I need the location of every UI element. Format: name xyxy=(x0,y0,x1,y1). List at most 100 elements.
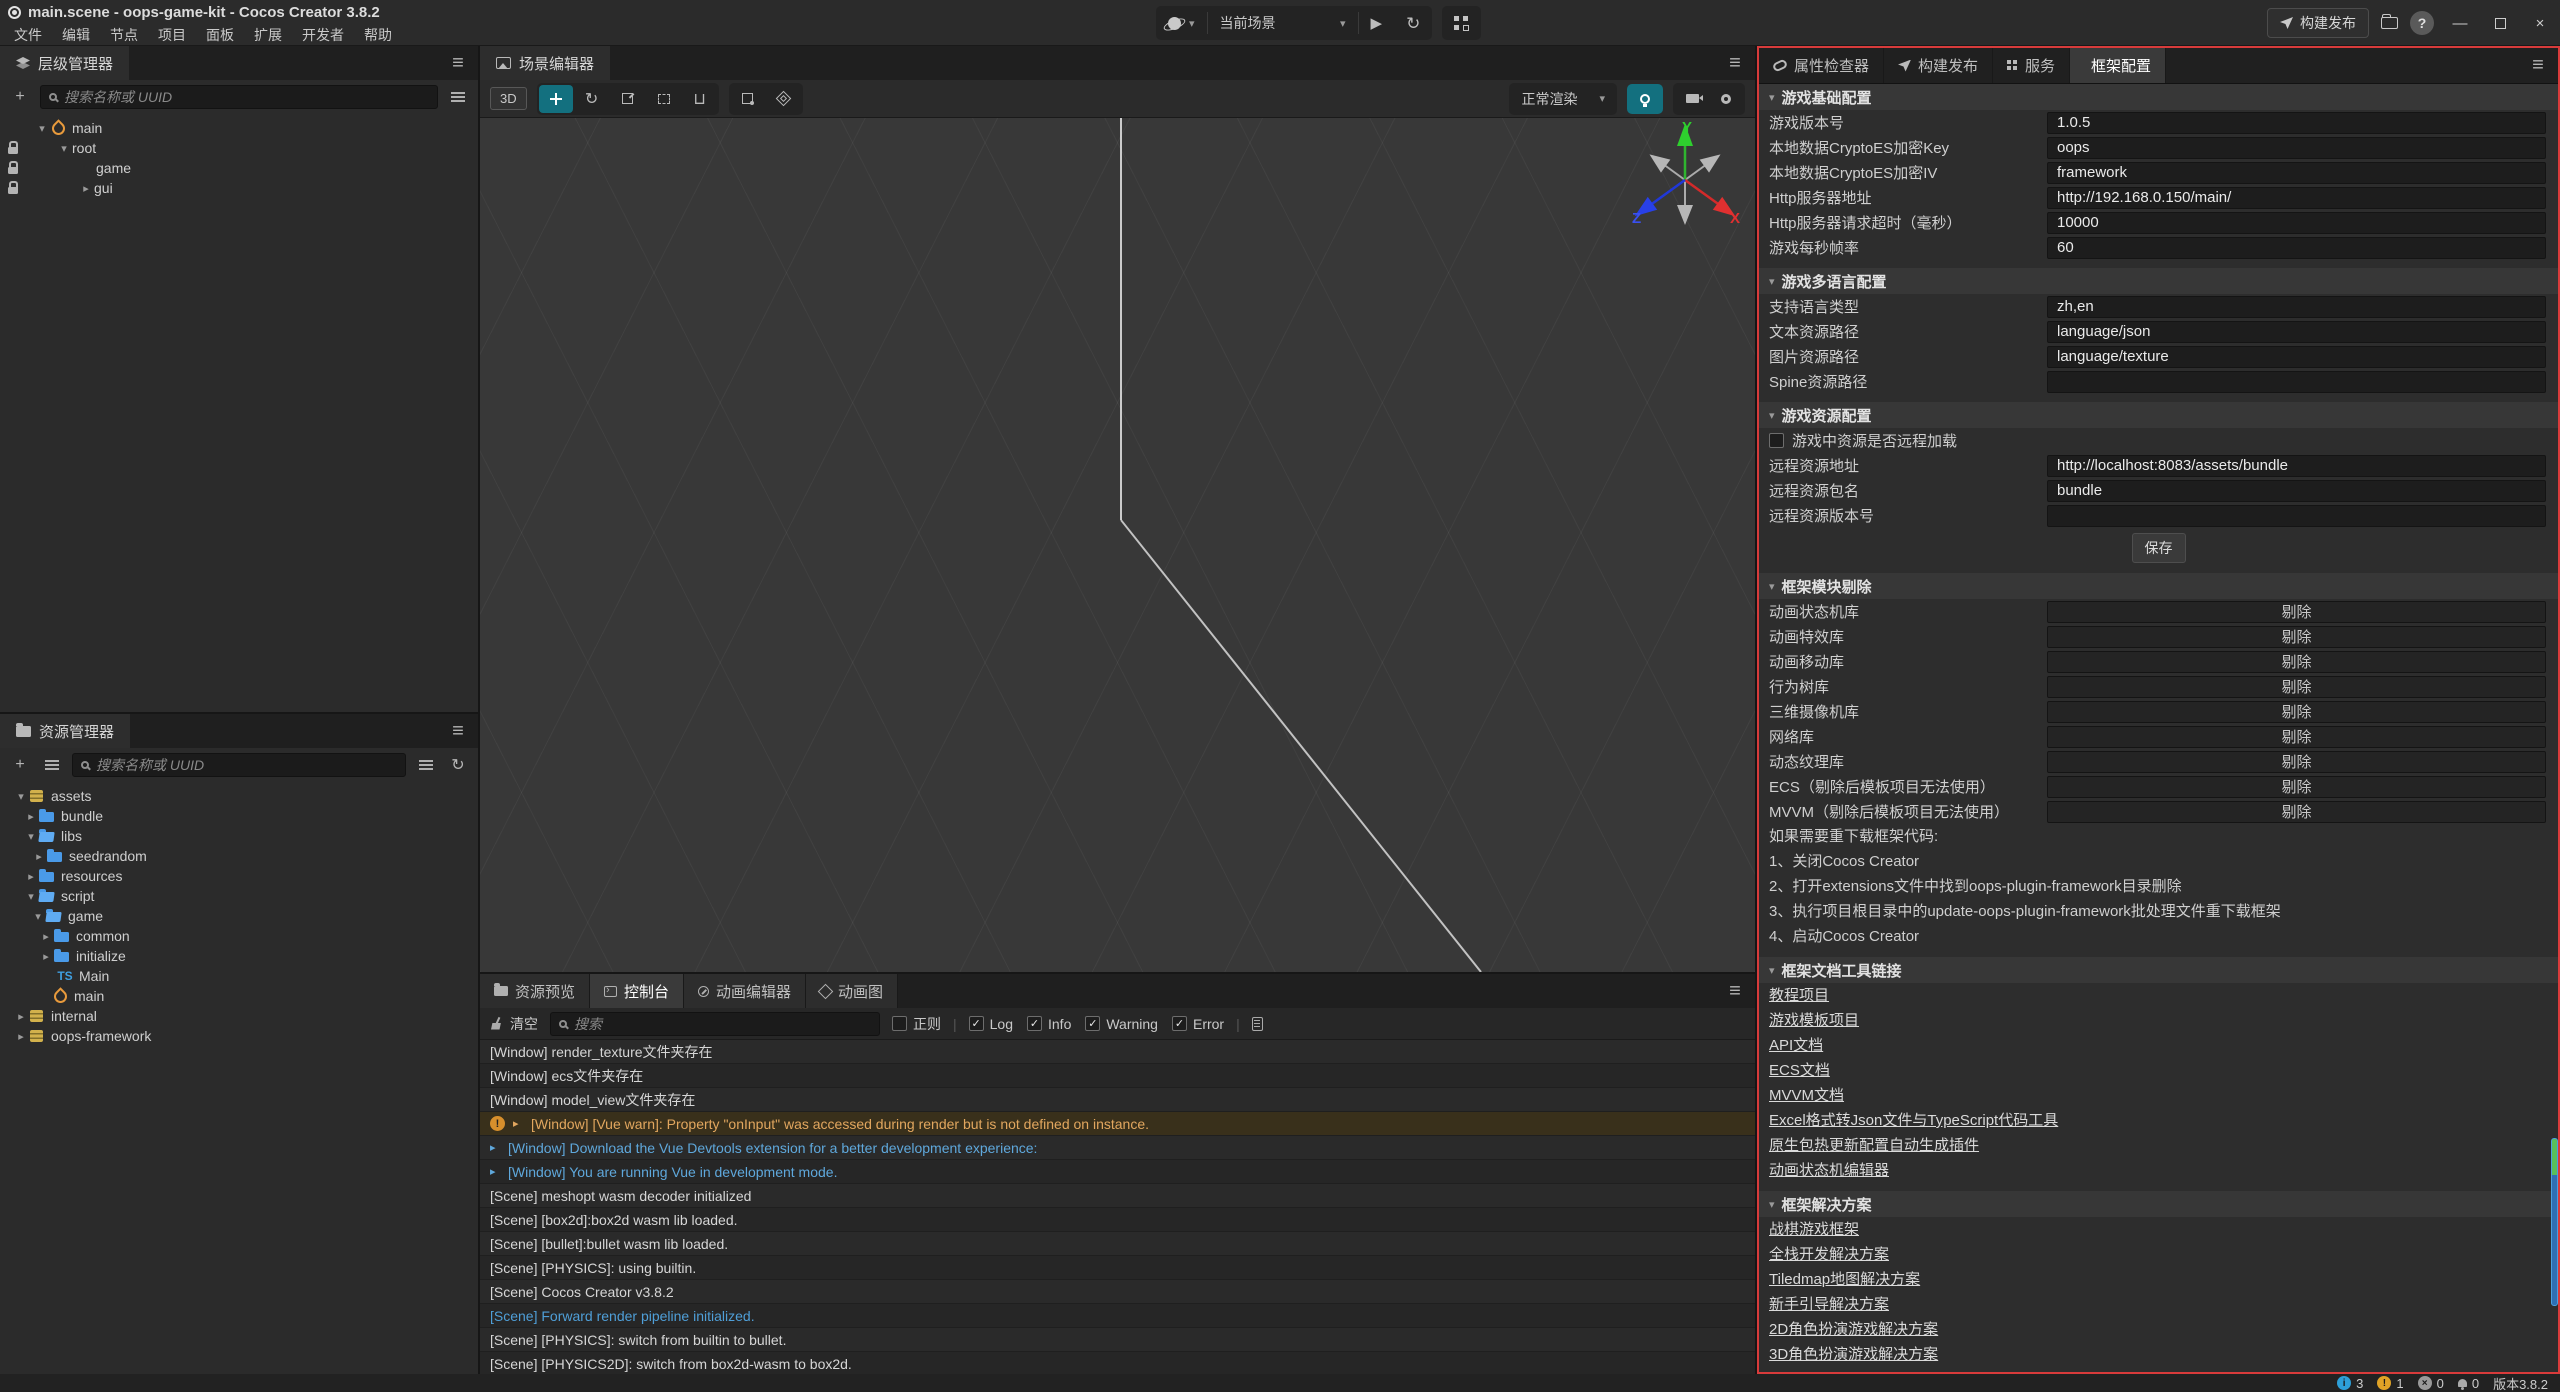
tree-node[interactable]: ▸ bundle xyxy=(0,806,478,826)
rotate-tool[interactable]: ↻ xyxy=(575,85,609,113)
expand-chevron[interactable]: ▸ xyxy=(38,930,54,943)
orientation-gizmo[interactable]: Y X Z xyxy=(1630,120,1740,230)
console-tab[interactable]: 动画图 xyxy=(806,974,898,1008)
log-row[interactable]: ! [Scene] [PHYSICS2D]: switch from box2d… xyxy=(480,1352,1755,1374)
tree-node[interactable]: ▸ initialize xyxy=(0,946,478,966)
tree-node[interactable]: ▾ assets xyxy=(0,786,478,806)
open-project-folder-icon[interactable] xyxy=(2381,17,2398,29)
menu-item[interactable]: 编辑 xyxy=(52,24,100,46)
doc-link[interactable]: 游戏模板项目 xyxy=(1769,1008,1859,1033)
status-info[interactable]: i 3 xyxy=(2337,1376,2363,1391)
scene-settings-button[interactable] xyxy=(1709,85,1743,113)
menu-item[interactable]: 节点 xyxy=(100,24,148,46)
scene-light-toggle[interactable] xyxy=(1627,84,1663,114)
config-value-field[interactable] xyxy=(2047,371,2546,393)
doc-link[interactable]: 教程项目 xyxy=(1769,983,1829,1008)
solution-link[interactable]: 3D角色扮演游戏解决方案 xyxy=(1769,1342,1938,1367)
log-row[interactable]: ! [Scene] Cocos Creator v3.8.2 xyxy=(480,1280,1755,1304)
tree-node[interactable]: ▾ game xyxy=(0,906,478,926)
log-row[interactable]: ! [Scene] [bullet]:bullet wasm lib loade… xyxy=(480,1232,1755,1256)
log-row[interactable]: ! [Scene] [PHYSICS]: using builtin. xyxy=(480,1256,1755,1280)
config-value-field[interactable]: zh,en xyxy=(2047,296,2546,318)
reload-button[interactable]: ↻ xyxy=(1394,6,1432,40)
log-row[interactable]: ! [Scene] [box2d]:box2d wasm lib loaded. xyxy=(480,1208,1755,1232)
config-value-field[interactable] xyxy=(2047,505,2546,527)
console-tab[interactable]: 动画编辑器 xyxy=(684,974,806,1008)
hierarchy-filter-icon[interactable] xyxy=(446,85,470,109)
tree-node[interactable]: ▸ internal xyxy=(0,1006,478,1026)
inspector-tab[interactable]: 服务 xyxy=(1993,48,2070,83)
log-row[interactable]: ! [Window] ecs文件夹存在 xyxy=(480,1064,1755,1088)
tree-node[interactable]: game xyxy=(0,158,478,178)
remove-button[interactable]: 剔除 xyxy=(2047,751,2546,773)
regex-toggle[interactable]: 正则 xyxy=(892,1014,941,1034)
doc-link[interactable]: Excel格式转Json文件与TypeScript代码工具 xyxy=(1769,1108,2058,1133)
assets-menu-icon[interactable]: ≡ xyxy=(438,714,478,748)
config-value-field[interactable]: 10000 xyxy=(2047,212,2546,234)
scene-camera-button[interactable] xyxy=(1675,85,1709,113)
log-file-icon[interactable] xyxy=(1252,1017,1263,1031)
expand-chevron[interactable]: ▾ xyxy=(23,890,39,903)
pivot-tool[interactable] xyxy=(731,85,765,113)
status-errors[interactable]: × 0 xyxy=(2418,1376,2444,1391)
section-resource-config[interactable]: ▾ 游戏资源配置 xyxy=(1759,402,2558,428)
expand-chevron[interactable]: ▾ xyxy=(23,830,39,843)
expand-chevron[interactable]: ▸ xyxy=(513,1117,523,1130)
remove-button[interactable]: 剔除 xyxy=(2047,676,2546,698)
sort-assets-icon[interactable] xyxy=(40,753,64,777)
log-row[interactable]: ! ▸ [Window] You are running Vue in deve… xyxy=(480,1160,1755,1184)
scene-viewport[interactable]: Y X Z xyxy=(480,118,1755,972)
expand-chevron[interactable]: ▸ xyxy=(23,810,39,823)
regex-checkbox[interactable] xyxy=(892,1016,907,1031)
tree-node[interactable]: ▸ resources xyxy=(0,866,478,886)
tab-assets[interactable]: 资源管理器 xyxy=(0,714,130,748)
hierarchy-search-input[interactable] xyxy=(64,89,429,105)
expand-chevron[interactable]: ▸ xyxy=(490,1165,500,1178)
render-mode-select[interactable]: 正常渲染 ▾ xyxy=(1509,83,1617,115)
console-search[interactable] xyxy=(550,1012,880,1036)
section-doc-links[interactable]: ▾ 框架文档工具链接 xyxy=(1759,957,2558,983)
tree-node[interactable]: ▾ root xyxy=(0,138,478,158)
config-value-field[interactable]: oops xyxy=(2047,137,2546,159)
tree-node[interactable]: ▸ seedrandom xyxy=(0,846,478,866)
section-modules[interactable]: ▾ 框架模块剔除 xyxy=(1759,573,2558,599)
config-value-field[interactable]: framework xyxy=(2047,162,2546,184)
solution-link[interactable]: 新手引导解决方案 xyxy=(1769,1292,1889,1317)
log-filter-toggle[interactable]: Info xyxy=(1027,1016,1071,1032)
config-value-field[interactable]: http://localhost:8083/assets/bundle xyxy=(2047,455,2546,477)
close-button[interactable]: × xyxy=(2526,11,2554,35)
rect-tool[interactable] xyxy=(647,85,681,113)
preview-qr-button[interactable] xyxy=(1442,6,1481,40)
console-search-input[interactable] xyxy=(574,1016,871,1032)
inspector-menu-icon[interactable]: ≡ xyxy=(2518,48,2558,83)
menu-item[interactable]: 开发者 xyxy=(292,24,354,46)
expand-chevron[interactable]: ▸ xyxy=(23,870,39,883)
inspector-tab[interactable]: 构建发布 xyxy=(1884,48,1993,83)
solution-link[interactable]: 全栈开发解决方案 xyxy=(1769,1242,1889,1267)
hierarchy-menu-icon[interactable]: ≡ xyxy=(438,46,478,80)
expand-chevron[interactable]: ▾ xyxy=(13,790,29,803)
log-row[interactable]: ! [Scene] meshopt wasm decoder initializ… xyxy=(480,1184,1755,1208)
log-filter-toggle[interactable]: Log xyxy=(969,1016,1013,1032)
hierarchy-search[interactable] xyxy=(40,85,438,109)
log-row[interactable]: ! [Scene] Forward render pipeline initia… xyxy=(480,1304,1755,1328)
log-filter-toggle[interactable]: Error xyxy=(1172,1016,1224,1032)
inspector-tab[interactable]: 框架配置 xyxy=(2070,48,2166,83)
config-value-field[interactable]: http://192.168.0.150/main/ xyxy=(2047,187,2546,209)
tree-node[interactable]: ▸ common xyxy=(0,926,478,946)
add-asset-button[interactable]: + xyxy=(8,753,32,777)
toggle-3d-button[interactable]: 3D xyxy=(490,87,527,110)
tree-node[interactable]: Main xyxy=(0,966,478,986)
console-clear-button[interactable]: 清空 xyxy=(490,1014,538,1034)
config-value-field[interactable]: language/json xyxy=(2047,321,2546,343)
preview-scene-select[interactable]: 当前场景 ▾ xyxy=(1208,6,1358,40)
remove-button[interactable]: 剔除 xyxy=(2047,776,2546,798)
preview-device-button[interactable]: ▾ xyxy=(1156,6,1207,40)
remove-button[interactable]: 剔除 xyxy=(2047,726,2546,748)
expand-chevron[interactable]: ▸ xyxy=(38,950,54,963)
filter-checkbox[interactable] xyxy=(1172,1016,1187,1031)
remove-button[interactable]: 剔除 xyxy=(2047,801,2546,823)
status-warnings[interactable]: ! 1 xyxy=(2377,1376,2403,1391)
add-node-button[interactable]: + xyxy=(8,85,32,109)
section-i18n-config[interactable]: ▾ 游戏多语言配置 xyxy=(1759,268,2558,294)
